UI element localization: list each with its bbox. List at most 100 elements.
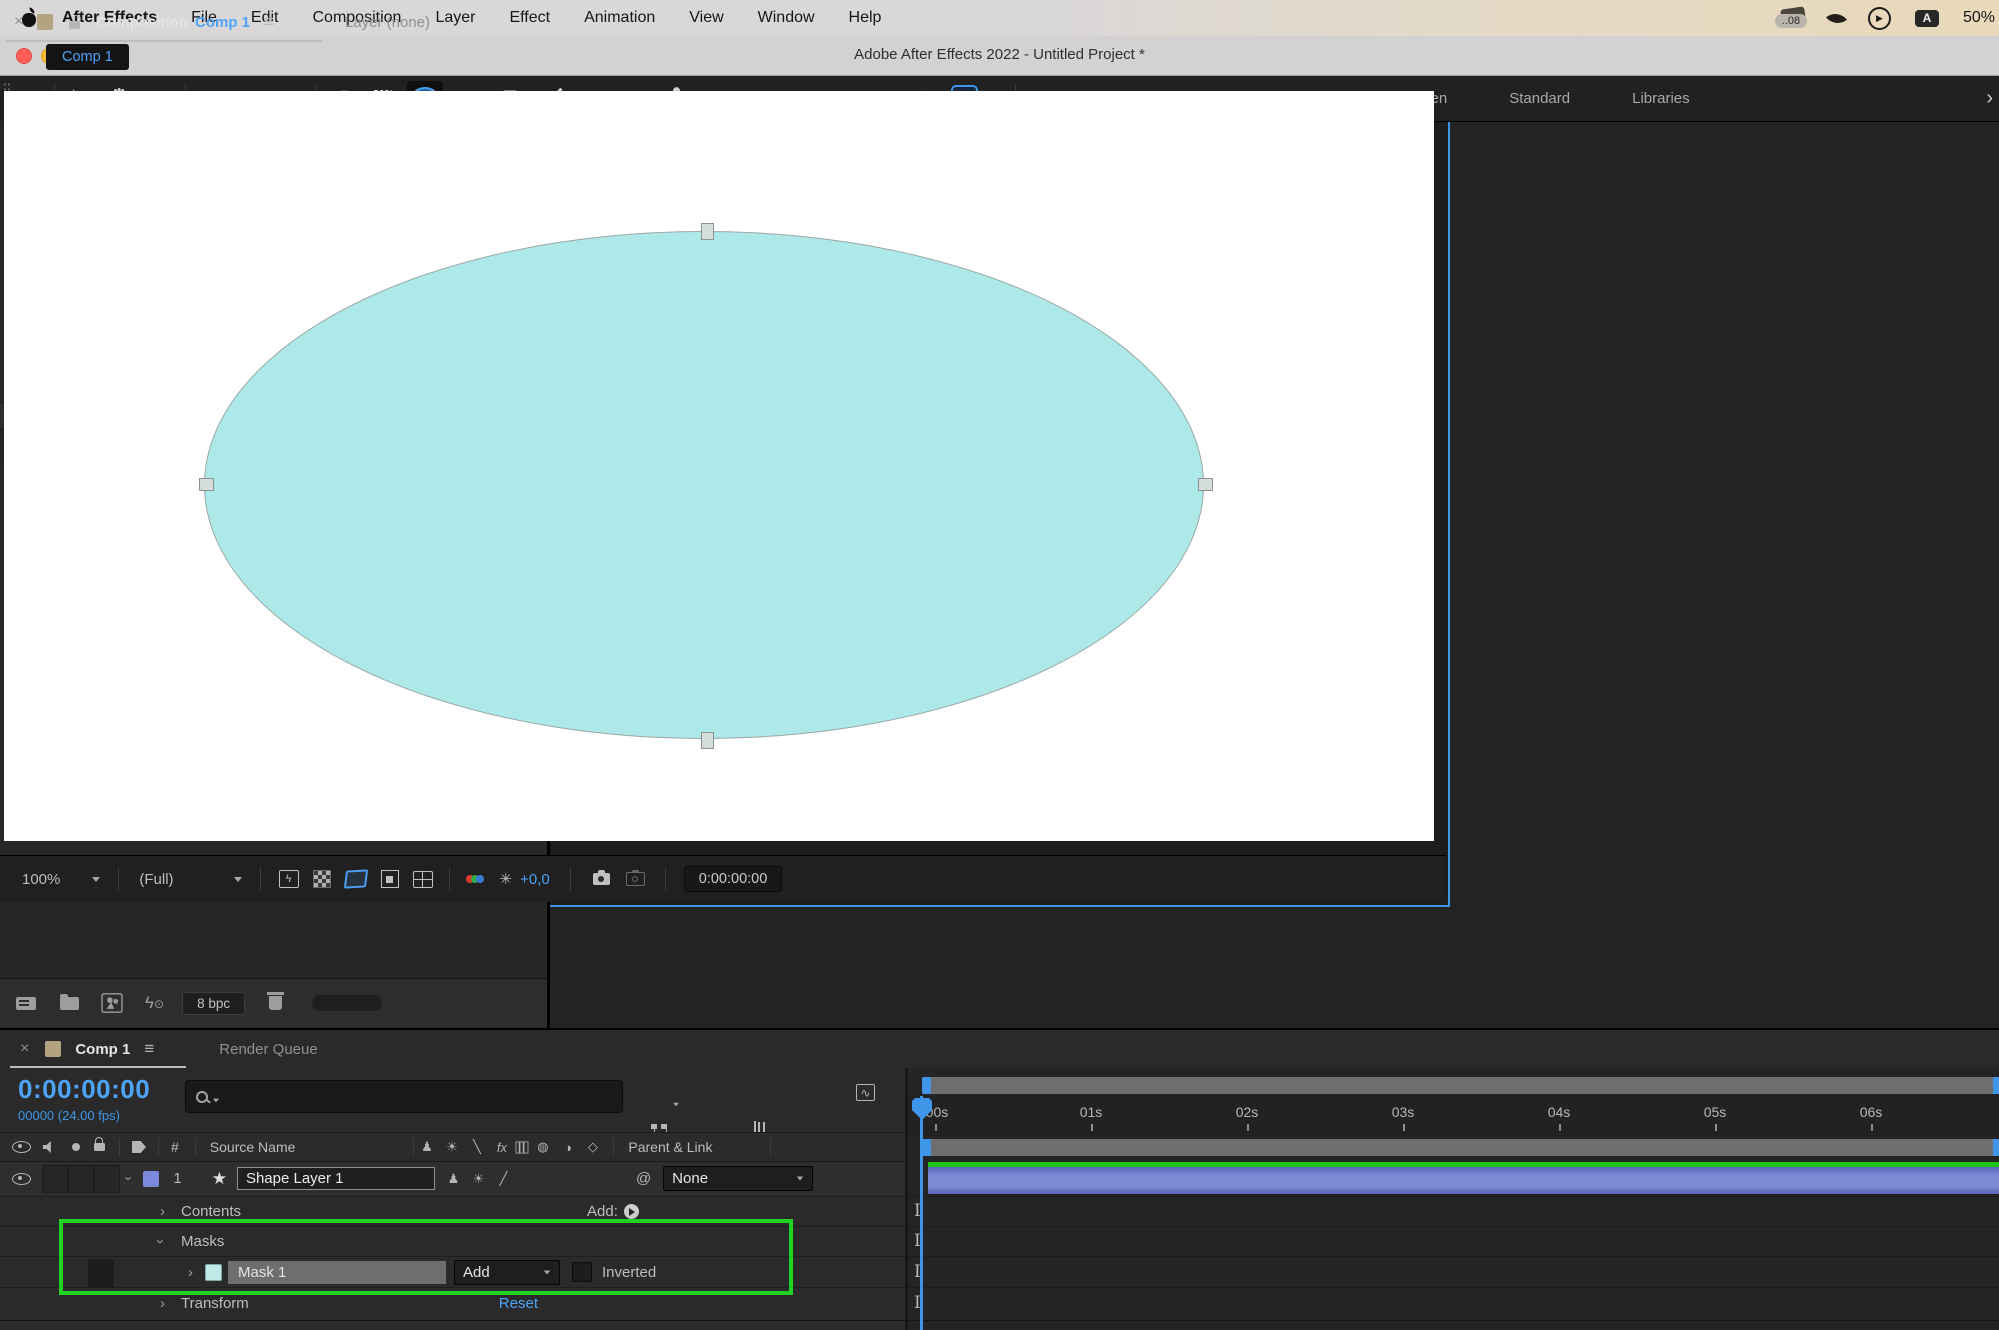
transform-reset-link[interactable]: Reset	[499, 1295, 538, 1312]
tab-composition-comp-name[interactable]: Comp 1	[195, 14, 250, 31]
layer-columns-header: # Source Name ♟ ☀ ╲ fx ◍ ◑ ◇ Parent & Li…	[0, 1132, 908, 1162]
feather-menu-icon[interactable]	[1826, 7, 1847, 28]
solo-cell[interactable]	[68, 1165, 94, 1193]
workspace-standard[interactable]: Standard	[1507, 90, 1572, 107]
video-column-icon[interactable]	[12, 1141, 31, 1153]
region-of-interest-icon[interactable]	[381, 870, 399, 888]
timeline-label-color[interactable]	[45, 1041, 61, 1057]
battery-percentage[interactable]: 50%	[1963, 9, 1997, 27]
handle-right[interactable]	[1198, 478, 1213, 491]
new-folder-icon[interactable]	[60, 997, 79, 1010]
zoom-dropdown-chevron[interactable]	[92, 877, 100, 882]
layer-quality-switch[interactable]: ╱	[491, 1171, 516, 1187]
handle-top[interactable]	[701, 223, 714, 240]
project-settings-icon[interactable]: ϟ⊙	[145, 993, 164, 1013]
fast-previews-icon[interactable]: ϟ	[279, 870, 299, 888]
workspace-overflow-chevron[interactable]: ›	[1986, 87, 1993, 110]
viewer-label-color[interactable]	[37, 14, 53, 30]
ruler-label-4: 04s	[1537, 1104, 1581, 1120]
handle-left[interactable]	[199, 478, 214, 491]
quality-switch-icon[interactable]: ╲	[464, 1139, 489, 1155]
viewer-tab-underline	[6, 40, 322, 42]
new-composition-icon[interactable]	[101, 993, 123, 1013]
viewer-resolution-value[interactable]: (Full)	[139, 871, 173, 888]
audio-cell[interactable]	[42, 1165, 68, 1193]
contents-add-label: Add:	[587, 1203, 618, 1220]
column-source-name[interactable]: Source Name	[210, 1139, 296, 1155]
timeline-search-chevron	[213, 1099, 219, 1103]
viewer-zoom-value[interactable]: 100%	[22, 871, 60, 888]
threed-switch-icon[interactable]: ◇	[580, 1139, 605, 1155]
show-snapshot-icon[interactable]	[626, 872, 645, 886]
frame-blend-switch-icon[interactable]	[516, 1141, 529, 1153]
tab-timeline-comp[interactable]: Comp 1	[75, 1041, 130, 1058]
channel-rgb-icon[interactable]	[466, 870, 484, 888]
layer-label-color[interactable]	[143, 1171, 159, 1187]
layer-duration-bar[interactable]	[928, 1167, 1999, 1194]
play-circle-menu-icon[interactable]: ▶	[1868, 7, 1891, 30]
exposure-icon[interactable]: ✳	[500, 870, 513, 888]
exposure-value[interactable]: +0,0	[520, 871, 550, 888]
tab-composition-prefix[interactable]: Composition	[96, 14, 188, 31]
shy-switch-icon[interactable]: ♟	[414, 1139, 439, 1155]
work-area-bar[interactable]	[922, 1139, 1999, 1156]
layer-expand-chevron[interactable]: ›	[122, 1176, 137, 1180]
unlock-icon[interactable]	[69, 21, 80, 29]
composition-canvas[interactable]	[4, 91, 1434, 841]
viewer-panel-menu-icon[interactable]: ≡	[264, 12, 273, 32]
lock-column-icon[interactable]	[94, 1143, 105, 1151]
timeline-bottom-strip	[0, 1321, 908, 1330]
layer-visibility-eye-icon[interactable]	[12, 1173, 31, 1185]
column-hash[interactable]: #	[171, 1139, 179, 1155]
mask-visibility-icon[interactable]	[343, 869, 367, 888]
current-timecode[interactable]: 0:00:00:00	[18, 1074, 150, 1105]
interpret-footage-icon[interactable]	[16, 997, 36, 1010]
collapse-switch-icon[interactable]: ☀	[439, 1139, 464, 1155]
solo-column-icon[interactable]	[72, 1143, 80, 1151]
playhead-line[interactable]	[920, 1096, 923, 1330]
transform-label[interactable]: Transform	[181, 1295, 249, 1312]
layer-shy-switch[interactable]: ♟	[441, 1171, 466, 1187]
ruler-label-6: 06s	[1849, 1104, 1893, 1120]
take-snapshot-icon[interactable]	[593, 873, 610, 885]
parent-pickwhip-icon[interactable]: @	[636, 1170, 651, 1187]
bpc-button[interactable]: 8 bpc	[182, 992, 245, 1015]
adjustment-switch-icon[interactable]: ◑	[555, 1140, 580, 1155]
timeline-search-field[interactable]	[185, 1080, 623, 1113]
fx-switch-icon[interactable]: fx	[489, 1140, 514, 1155]
layer-row-shape-layer-1[interactable]: › 1 ★ Shape Layer 1 ♟ ☀ ╱ @ None	[0, 1162, 908, 1195]
transparency-grid-icon[interactable]	[313, 870, 331, 888]
mask-ellipse-shape[interactable]	[204, 231, 1204, 739]
viewer-timecode[interactable]: 0:00:00:00	[684, 866, 783, 892]
handle-bottom[interactable]	[701, 732, 714, 749]
label-column-icon-timeline[interactable]	[132, 1141, 146, 1153]
layer-name[interactable]: Shape Layer 1	[237, 1167, 435, 1190]
contents-label[interactable]: Contents	[181, 1203, 241, 1220]
screenshot-badge: ..08	[1775, 14, 1807, 28]
viewer-subtab-comp1[interactable]: Comp 1	[46, 44, 129, 70]
layer-collapse-switch[interactable]: ☀	[466, 1171, 491, 1187]
parent-link-dropdown[interactable]: None	[663, 1166, 813, 1191]
motion-blur-switch-icon[interactable]: ◍	[530, 1139, 555, 1155]
timeline-close-icon[interactable]: ×	[20, 1040, 29, 1058]
time-navigator-bar[interactable]	[922, 1077, 1999, 1094]
audio-column-icon[interactable]	[43, 1141, 56, 1153]
timeline-panel-menu-icon[interactable]: ≡	[144, 1039, 153, 1059]
contents-expand-chevron[interactable]: ›	[160, 1203, 165, 1220]
trash-icon[interactable]	[269, 996, 282, 1010]
grid-guides-icon[interactable]	[413, 871, 433, 888]
screenshot-status-icon[interactable]: ..08	[1775, 8, 1805, 28]
resolution-dropdown-chevron[interactable]	[234, 877, 242, 882]
column-parent-link[interactable]: Parent & Link	[628, 1139, 712, 1155]
viewer-close-icon[interactable]: ×	[14, 13, 23, 31]
graph-editor-icon[interactable]: ∿	[856, 1084, 875, 1101]
contents-add-button[interactable]	[624, 1204, 639, 1219]
tab-render-queue[interactable]: Render Queue	[219, 1041, 317, 1058]
tab-layer-viewer[interactable]: Layer (none)	[345, 14, 430, 31]
input-source-icon[interactable]: A	[1915, 10, 1939, 27]
timeline-search-icon	[196, 1091, 208, 1103]
project-scrollbar-thumb[interactable]	[312, 995, 382, 1011]
transform-expand-chevron[interactable]: ›	[160, 1295, 165, 1312]
workspace-libraries[interactable]: Libraries	[1630, 90, 1692, 107]
lock-cell[interactable]	[94, 1165, 120, 1193]
